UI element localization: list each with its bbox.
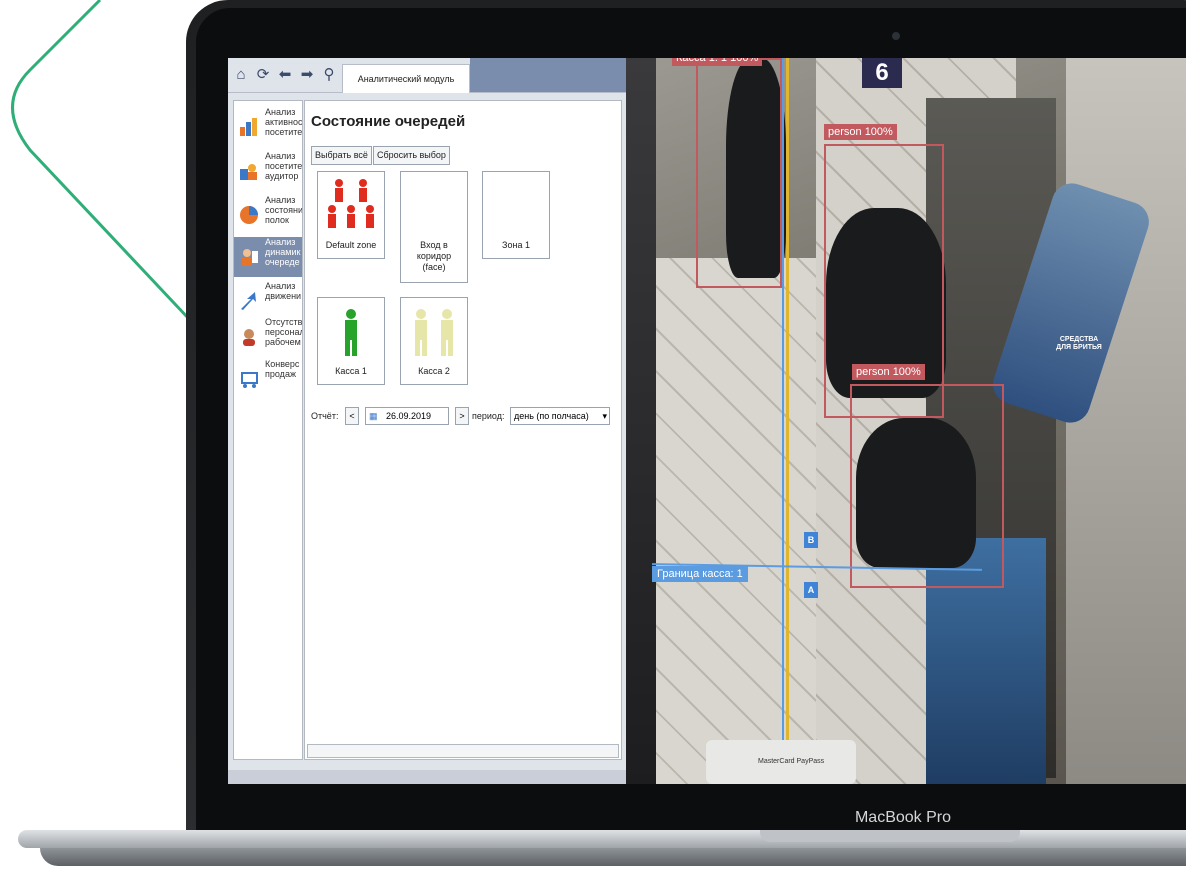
zone-name: Default zone [325,240,377,250]
main-panel: Состояние очередей Выбрать всё Сбросить … [304,100,622,760]
queue-icon [242,249,258,266]
sidebar-item-sales-conversion[interactable]: Конверс продаж [234,359,302,399]
person-icon [243,329,255,346]
horizontal-scrollbar[interactable] [307,744,619,758]
sidebar-item-label: Анализ динамик очереде [265,237,301,267]
page-title: Состояние очередей [311,113,466,130]
floor-tiles [646,258,826,784]
sidebar-item-label: Конверс продаж [265,359,300,379]
sidebar-item-visitor-activity[interactable]: Анализ активнос посетите [234,107,302,147]
date-value: 26.09.2019 [386,411,432,421]
period-select[interactable]: день (по полчаса) ▾ [510,407,610,425]
detection-label: person 100% [852,364,925,380]
chevron-down-icon[interactable]: ▾ [602,408,607,424]
sidebar-item-shelves[interactable]: Анализ состояни полок [234,195,302,235]
sidebar-item-movement[interactable]: Анализ движени [234,281,302,321]
next-date-button[interactable]: > [455,407,469,425]
sidebar-item-audience[interactable]: Анализ посетите аудитор [234,151,302,191]
zone-name: Касса 1 [335,366,367,376]
select-all-button[interactable]: Выбрать всё [311,146,372,165]
sidebar-item-label: Анализ посетите аудитор [265,151,302,181]
analytics-app-window: ⌂ ⟳ ⬅ ➡ ⚲ Аналитический модуль Анализ ак… [228,58,626,784]
webcam [892,32,900,40]
detection-label: Касса 1: 1 100% [672,58,763,66]
tab-analytics-module[interactable]: Аналитический модуль [342,64,470,93]
sidebar-item-label: Отсутств персонал рабочем [265,317,302,347]
kiosk-text: СРЕДСТВА ДЛЯ БРИТЬЯ [1056,336,1102,351]
zone-line [786,58,789,784]
zone-card-default[interactable]: Default zone [317,171,385,259]
status-strip [228,770,626,784]
detection-label: person 100% [824,124,897,140]
arrow-icon [241,292,256,310]
calendar-icon[interactable]: ▦ [369,408,378,424]
direction-badge: A [804,582,818,598]
sidebar-item-label: Анализ движени [265,281,302,301]
zone-card-zone1[interactable]: Зона 1 [482,171,550,259]
zone-line [782,58,784,784]
paypass-text: MasterCard PayPass [758,758,825,765]
date-field[interactable]: ▦ 26.09.2019 [365,407,449,425]
sidebar-item-queues[interactable]: Анализ динамик очереде [234,237,302,277]
sidebar-item-staff-absence[interactable]: Отсутств персонал рабочем [234,317,302,357]
laptop-screen: ⌂ ⟳ ⬅ ➡ ⚲ Аналитический модуль Анализ ак… [228,58,1186,784]
zone-name: Вход в коридор (face) [416,240,452,272]
sidebar-item-label: Анализ активнос посетите [265,107,302,137]
camera-feed: СРЕДСТВА ДЛЯ БРИТЬЯ 6 Касса 1: 1 100% pe… [626,58,1186,784]
direction-badge: B [804,532,818,548]
home-icon[interactable]: ⌂ [232,66,250,84]
detection-box [696,58,782,288]
zone-name: Зона 1 [502,240,530,250]
pie-chart-icon [240,206,258,224]
zone-card-checkout2[interactable]: Касса 2 [400,297,468,385]
period-label: период: [472,411,505,421]
counting-line-label: Граница касса: 1 [652,566,748,582]
zone-card-corridor[interactable]: Вход в коридор (face) [400,171,468,283]
detection-box [850,384,1004,588]
audience-icon [240,164,257,180]
reset-selection-button[interactable]: Сбросить выбор [373,146,450,165]
laptop-notch [760,830,1020,842]
sidebar: Анализ активнос посетите Анализ посетите… [233,100,303,760]
forward-icon[interactable]: ➡ [298,66,316,84]
people-yellow-icon [415,309,453,356]
zone-card-checkout1[interactable]: Касса 1 [317,297,385,385]
zone-name: Касса 2 [418,366,450,376]
report-label: Отчёт: [311,411,339,421]
shelf [1066,58,1186,784]
back-icon[interactable]: ⬅ [276,66,294,84]
bar-chart-icon [240,118,257,136]
cart-icon [241,372,258,388]
shelf [626,58,656,784]
search-icon[interactable]: ⚲ [320,66,338,84]
period-value: день (по полчаса) [514,411,589,421]
toolbar: ⌂ ⟳ ⬅ ➡ ⚲ Аналитический модуль [228,58,626,93]
checkout-number-sign: 6 [862,58,902,88]
refresh-icon[interactable]: ⟳ [254,66,272,84]
person-green-icon [345,309,357,356]
prev-date-button[interactable]: < [345,407,359,425]
tab-strip [470,58,626,92]
people-red-icon [328,179,374,228]
sidebar-item-label: Анализ состояни полок [265,195,302,225]
brand-label: MacBook Pro [854,809,952,826]
laptop-base [40,848,1186,866]
